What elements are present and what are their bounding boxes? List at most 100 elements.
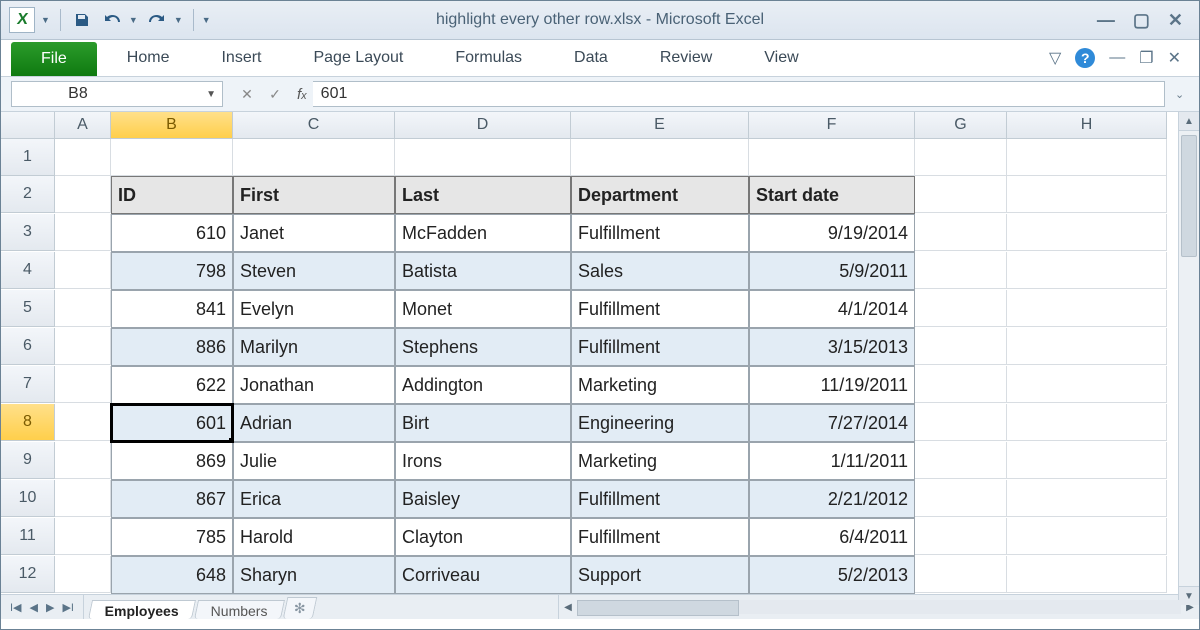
cell-C8[interactable]: Adrian: [233, 404, 395, 442]
cell-C9[interactable]: Julie: [233, 442, 395, 480]
cell-C11[interactable]: Harold: [233, 518, 395, 556]
cell-A2[interactable]: [55, 176, 111, 213]
cell-H3[interactable]: [1007, 214, 1167, 251]
tab-nav-last[interactable]: ▶I: [59, 601, 77, 614]
cell-C12[interactable]: Sharyn: [233, 556, 395, 594]
cell-F1[interactable]: [749, 139, 915, 176]
cell-B3[interactable]: 610: [111, 214, 233, 252]
cell-D1[interactable]: [395, 139, 571, 176]
table-header[interactable]: Last: [395, 176, 571, 214]
cell-D8[interactable]: Birt: [395, 404, 571, 442]
cell-H9[interactable]: [1007, 442, 1167, 479]
cell-A7[interactable]: [55, 366, 111, 403]
cell-E10[interactable]: Fulfillment: [571, 480, 749, 518]
cell-A6[interactable]: [55, 328, 111, 365]
cell-E11[interactable]: Fulfillment: [571, 518, 749, 556]
tab-nav-next[interactable]: ▶: [43, 601, 57, 614]
sheet-tab-numbers[interactable]: Numbers: [194, 600, 285, 619]
row-header-12[interactable]: 12: [1, 556, 55, 593]
cell-E3[interactable]: Fulfillment: [571, 214, 749, 252]
cell-G5[interactable]: [915, 290, 1007, 327]
row-header-1[interactable]: 1: [1, 139, 55, 176]
cell-D4[interactable]: Batista: [395, 252, 571, 290]
cell-D3[interactable]: McFadden: [395, 214, 571, 252]
scroll-left-button[interactable]: ◀: [559, 602, 577, 613]
close-button[interactable]: ✕: [1168, 10, 1183, 31]
cell-A3[interactable]: [55, 214, 111, 251]
row-header-7[interactable]: 7: [1, 366, 55, 403]
cell-F4[interactable]: 5/9/2011: [749, 252, 915, 290]
cell-B7[interactable]: 622: [111, 366, 233, 404]
cell-C4[interactable]: Steven: [233, 252, 395, 290]
enter-formula-button[interactable]: ✓: [263, 82, 287, 106]
maximize-button[interactable]: ▢: [1133, 10, 1150, 31]
cell-B5[interactable]: 841: [111, 290, 233, 328]
row-header-4[interactable]: 4: [1, 252, 55, 289]
cell-A1[interactable]: [55, 139, 111, 176]
table-header[interactable]: First: [233, 176, 395, 214]
cell-B6[interactable]: 886: [111, 328, 233, 366]
help-button[interactable]: ?: [1075, 48, 1095, 68]
row-header-6[interactable]: 6: [1, 328, 55, 365]
cell-B10[interactable]: 867: [111, 480, 233, 518]
cell-H5[interactable]: [1007, 290, 1167, 327]
cell-H10[interactable]: [1007, 480, 1167, 517]
column-header-F[interactable]: F: [749, 112, 915, 139]
table-header[interactable]: ID: [111, 176, 233, 214]
cell-D10[interactable]: Baisley: [395, 480, 571, 518]
cell-E8[interactable]: Engineering: [571, 404, 749, 442]
tab-page-layout[interactable]: Page Layout: [287, 40, 429, 76]
cell-D7[interactable]: Addington: [395, 366, 571, 404]
scroll-up-button[interactable]: ▲: [1179, 112, 1199, 131]
cell-B9[interactable]: 869: [111, 442, 233, 480]
fx-icon[interactable]: fx: [297, 86, 307, 103]
hscroll-thumb[interactable]: [577, 600, 739, 616]
cell-C10[interactable]: Erica: [233, 480, 395, 518]
tab-nav-prev[interactable]: ◀: [27, 601, 41, 614]
cell-E1[interactable]: [571, 139, 749, 176]
row-header-5[interactable]: 5: [1, 290, 55, 327]
cell-C6[interactable]: Marilyn: [233, 328, 395, 366]
cell-E12[interactable]: Support: [571, 556, 749, 594]
cell-F7[interactable]: 11/19/2011: [749, 366, 915, 404]
tab-nav-first[interactable]: I◀: [7, 601, 25, 614]
workbook-restore-button[interactable]: ❐: [1139, 48, 1153, 68]
cell-G1[interactable]: [915, 139, 1007, 176]
cell-G11[interactable]: [915, 518, 1007, 555]
column-header-H[interactable]: H: [1007, 112, 1167, 139]
expand-formula-bar-icon[interactable]: ⌄: [1175, 88, 1191, 101]
cell-H4[interactable]: [1007, 252, 1167, 289]
vertical-scrollbar[interactable]: ▲ ▼: [1178, 112, 1199, 605]
cell-A9[interactable]: [55, 442, 111, 479]
hscroll-track[interactable]: [577, 600, 1181, 614]
row-header-8[interactable]: 8: [1, 404, 55, 441]
cell-F9[interactable]: 1/11/2011: [749, 442, 915, 480]
cell-H8[interactable]: [1007, 404, 1167, 441]
cell-A10[interactable]: [55, 480, 111, 517]
row-header-9[interactable]: 9: [1, 442, 55, 479]
cell-D6[interactable]: Stephens: [395, 328, 571, 366]
undo-button[interactable]: [101, 9, 123, 31]
app-menu-button[interactable]: X: [9, 7, 35, 33]
cell-F12[interactable]: 5/2/2013: [749, 556, 915, 594]
cell-B4[interactable]: 798: [111, 252, 233, 290]
cell-E6[interactable]: Fulfillment: [571, 328, 749, 366]
column-header-B[interactable]: B: [111, 112, 233, 139]
cell-H11[interactable]: [1007, 518, 1167, 555]
column-header-A[interactable]: A: [55, 112, 111, 139]
file-tab[interactable]: File: [11, 42, 97, 76]
cell-A5[interactable]: [55, 290, 111, 327]
tab-data[interactable]: Data: [548, 40, 634, 76]
cell-F11[interactable]: 6/4/2011: [749, 518, 915, 556]
horizontal-scrollbar[interactable]: ◀ ▶: [558, 595, 1199, 619]
cell-D11[interactable]: Clayton: [395, 518, 571, 556]
new-sheet-button[interactable]: ✻: [282, 597, 316, 619]
cell-F8[interactable]: 7/27/2014: [749, 404, 915, 442]
cell-E4[interactable]: Sales: [571, 252, 749, 290]
cell-B11[interactable]: 785: [111, 518, 233, 556]
tab-home[interactable]: Home: [101, 40, 196, 76]
cell-B12[interactable]: 648: [111, 556, 233, 594]
workbook-close-button[interactable]: ✕: [1168, 48, 1181, 68]
cell-E7[interactable]: Marketing: [571, 366, 749, 404]
cell-F5[interactable]: 4/1/2014: [749, 290, 915, 328]
